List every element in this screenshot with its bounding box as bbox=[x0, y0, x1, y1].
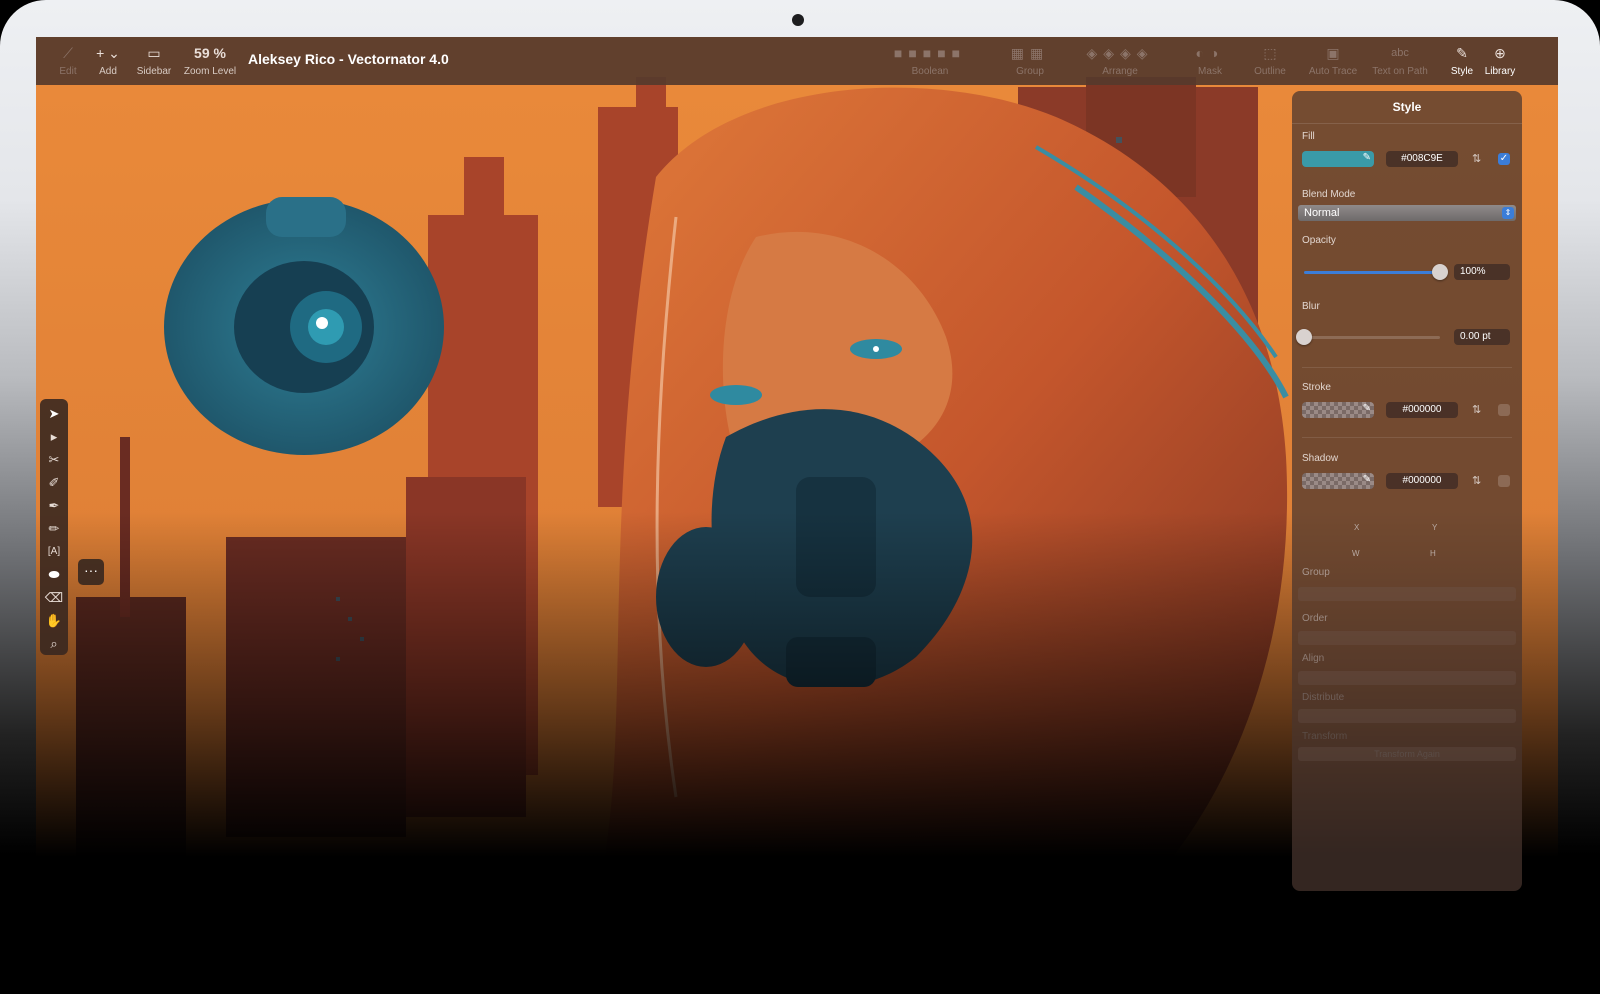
more-options-button[interactable]: ··· bbox=[78, 559, 104, 585]
outline-button[interactable]: ⬚ Outline bbox=[1250, 37, 1290, 85]
blend-mode-label: Blend Mode bbox=[1302, 189, 1356, 200]
align-buttons-row[interactable] bbox=[1298, 671, 1516, 685]
stroke-label: Stroke bbox=[1302, 382, 1331, 393]
x-label: X bbox=[1354, 523, 1360, 532]
blend-mode-select[interactable]: Normal ⇕ bbox=[1298, 205, 1516, 221]
group-button[interactable]: ▦▦ Group bbox=[1010, 37, 1050, 85]
selection-tool-icon[interactable]: ➤ bbox=[40, 403, 68, 425]
zoom-tool-icon[interactable]: ⌕ bbox=[40, 633, 68, 655]
stroke-hex-field[interactable]: #000000 bbox=[1386, 402, 1458, 418]
eraser-tool-icon[interactable]: ⌫ bbox=[40, 587, 68, 609]
auto-trace-button[interactable]: ▣ Auto Trace bbox=[1306, 37, 1360, 85]
library-button[interactable]: ⊕ Library bbox=[1480, 37, 1520, 85]
outline-icon: ⬚ bbox=[1263, 45, 1277, 61]
blur-slider[interactable] bbox=[1304, 336, 1440, 339]
mask-icon: ◐◑ bbox=[1195, 45, 1225, 61]
text-on-path-button[interactable]: abc Text on Path bbox=[1370, 37, 1430, 85]
shadow-enabled-checkbox[interactable] bbox=[1498, 475, 1510, 487]
align-label: Align bbox=[1302, 653, 1325, 664]
shadow-label: Shadow bbox=[1302, 453, 1339, 464]
h-label: H bbox=[1430, 549, 1436, 558]
boolean-icon: ■■■■■ bbox=[893, 45, 967, 61]
order-buttons-row[interactable] bbox=[1298, 631, 1516, 645]
group-label: Group bbox=[1302, 567, 1330, 578]
opacity-label: Opacity bbox=[1302, 235, 1336, 246]
color-picker-icon[interactable]: ⇅ bbox=[1472, 152, 1481, 165]
style-panel: Style Fill ✎ #008C9E ⇅ ✓ Blend Mode Norm… bbox=[1292, 91, 1522, 891]
zoom-value: 59 % bbox=[194, 45, 226, 61]
library-icon: ⊕ bbox=[1494, 45, 1506, 61]
shadow-hex-field[interactable]: #000000 bbox=[1386, 473, 1458, 489]
eyedropper-icon[interactable]: ✎ bbox=[1363, 474, 1371, 485]
fill-swatch[interactable]: ✎ bbox=[1302, 151, 1374, 167]
pen-nib-icon: ⟋ bbox=[63, 45, 73, 61]
distribute-label: Distribute bbox=[1302, 692, 1345, 703]
floating-orb bbox=[164, 197, 444, 455]
blur-label: Blur bbox=[1302, 301, 1320, 312]
sidebar-icon: ▭ bbox=[147, 45, 161, 61]
stroke-enabled-checkbox[interactable] bbox=[1498, 404, 1510, 416]
scissors-tool-icon[interactable]: ✂ bbox=[40, 449, 68, 471]
camera-dot bbox=[792, 14, 804, 26]
group-icon: ▦▦ bbox=[1010, 45, 1050, 61]
w-label: W bbox=[1352, 549, 1360, 558]
eyedropper-icon[interactable]: ✎ bbox=[1363, 403, 1371, 414]
shape-tool-icon[interactable]: ⬬ bbox=[40, 564, 68, 586]
app-screen: ⟋ Edit + ⌄ Add ▭ Sidebar 59 % Zoom Level… bbox=[36, 37, 1558, 900]
stroke-swatch[interactable]: ✎ bbox=[1302, 402, 1374, 418]
brush-icon: ✎ bbox=[1456, 45, 1468, 61]
panel-title: Style bbox=[1292, 91, 1522, 124]
opacity-field[interactable]: 100% bbox=[1454, 264, 1510, 280]
chevron-updown-icon: ⇕ bbox=[1502, 207, 1514, 219]
arrange-group[interactable]: ◈◈◈◈ Arrange bbox=[1072, 37, 1168, 85]
blur-slider-knob[interactable] bbox=[1296, 329, 1312, 345]
pencil-tool-icon[interactable]: ✏ bbox=[40, 518, 68, 540]
color-picker-icon[interactable]: ⇅ bbox=[1472, 474, 1481, 487]
text-tool-icon[interactable]: [A] bbox=[40, 541, 68, 563]
transform-again-button[interactable]: Transform Again bbox=[1298, 747, 1516, 761]
add-button[interactable]: + ⌄ Add bbox=[92, 37, 124, 85]
auto-trace-icon: ▣ bbox=[1326, 45, 1340, 61]
divider bbox=[1302, 367, 1512, 368]
fill-label: Fill bbox=[1302, 131, 1315, 142]
top-toolbar: ⟋ Edit + ⌄ Add ▭ Sidebar 59 % Zoom Level… bbox=[36, 37, 1558, 85]
plus-icon: + ⌄ bbox=[96, 45, 120, 61]
fill-hex-field[interactable]: #008C9E bbox=[1386, 151, 1458, 167]
eyedropper-icon[interactable]: ✎ bbox=[1363, 152, 1371, 163]
y-label: Y bbox=[1432, 523, 1438, 532]
edit-button[interactable]: ⟋ Edit bbox=[54, 37, 82, 85]
tool-strip: ➤ ▸ ✂ ✐ ✒ ✏ [A] ⬬ ⌫ ✋ ⌕ bbox=[40, 399, 68, 655]
opacity-slider[interactable] bbox=[1304, 271, 1440, 274]
distribute-buttons-row[interactable] bbox=[1298, 709, 1516, 723]
opacity-slider-knob[interactable] bbox=[1432, 264, 1448, 280]
style-button[interactable]: ✎ Style bbox=[1446, 37, 1478, 85]
brush-tool-icon[interactable]: ✐ bbox=[40, 472, 68, 494]
divider bbox=[1302, 437, 1512, 438]
order-label: Order bbox=[1302, 613, 1328, 624]
sidebar-button[interactable]: ▭ Sidebar bbox=[134, 37, 174, 85]
boolean-group[interactable]: ■■■■■ Boolean bbox=[872, 37, 988, 85]
group-buttons-row[interactable] bbox=[1298, 587, 1516, 601]
text-on-path-icon: abc bbox=[1391, 47, 1409, 59]
arrange-icon: ◈◈◈◈ bbox=[1086, 45, 1154, 61]
macbook-frame: ⟋ Edit + ⌄ Add ▭ Sidebar 59 % Zoom Level… bbox=[0, 0, 1600, 994]
hand-tool-icon[interactable]: ✋ bbox=[40, 610, 68, 632]
shadow-swatch[interactable]: ✎ bbox=[1302, 473, 1374, 489]
pen-tool-icon[interactable]: ✒ bbox=[40, 495, 68, 517]
blur-field[interactable]: 0.00 pt bbox=[1454, 329, 1510, 345]
mask-button[interactable]: ◐◑ Mask bbox=[1188, 37, 1232, 85]
zoom-level-control[interactable]: 59 % Zoom Level bbox=[182, 37, 238, 85]
document-title: Aleksey Rico - Vectornator 4.0 bbox=[248, 51, 449, 67]
direct-selection-tool-icon[interactable]: ▸ bbox=[40, 426, 68, 448]
fill-enabled-checkbox[interactable]: ✓ bbox=[1498, 153, 1510, 165]
color-picker-icon[interactable]: ⇅ bbox=[1472, 403, 1481, 416]
transform-label: Transform bbox=[1302, 731, 1348, 742]
